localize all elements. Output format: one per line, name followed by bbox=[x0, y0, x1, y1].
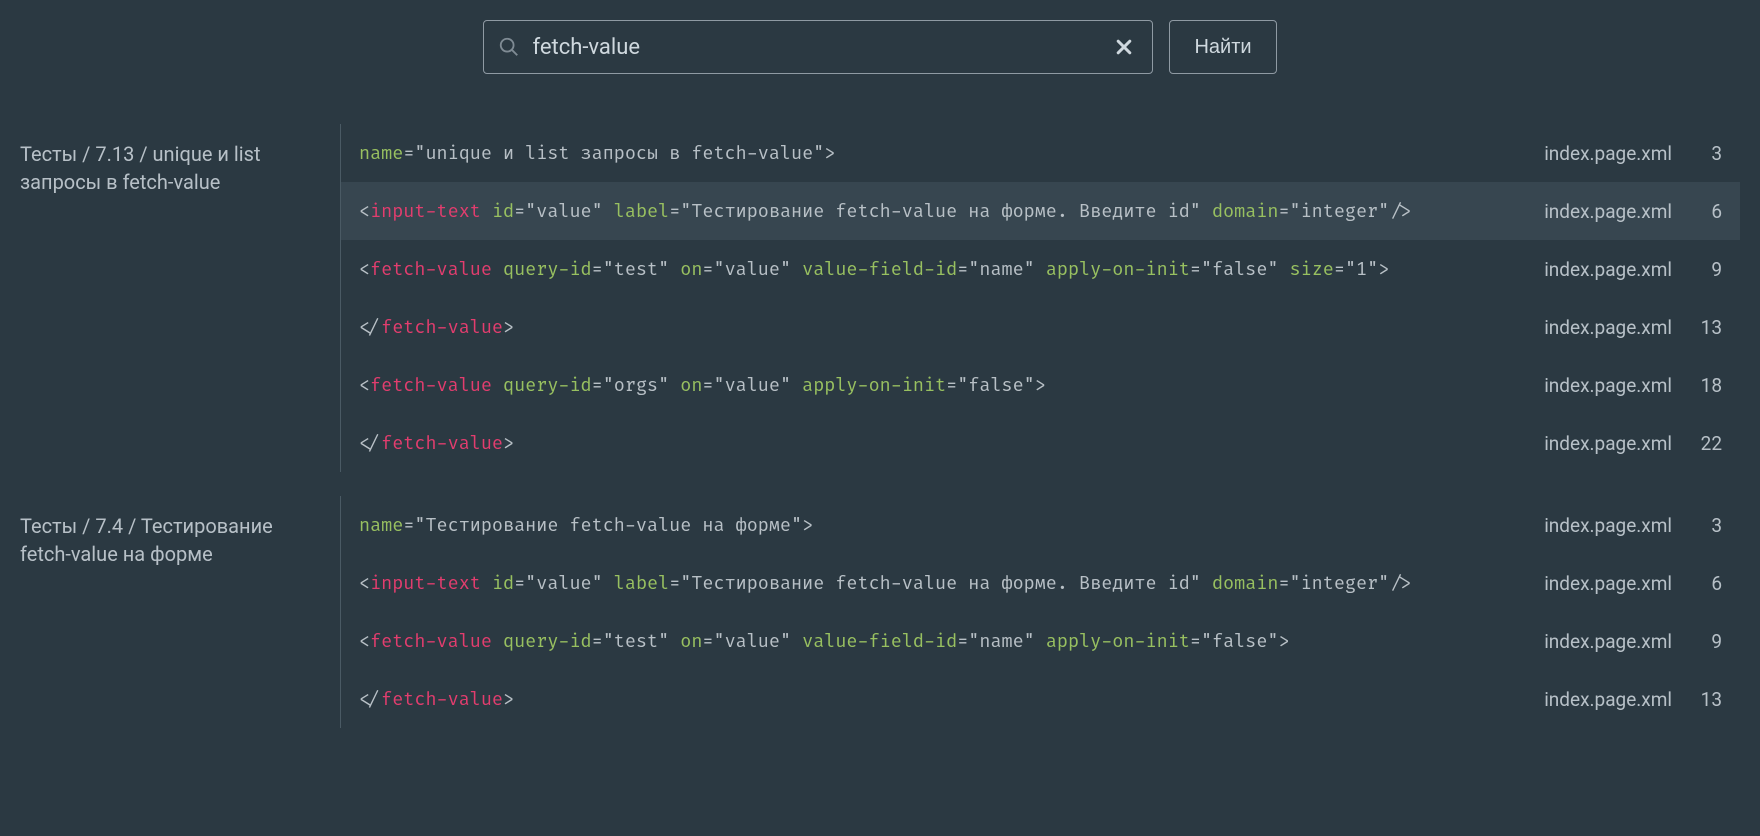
code-snippet: </fetch-value> bbox=[359, 316, 1502, 339]
result-file: index.page.xml bbox=[1502, 374, 1672, 397]
result-file: index.page.xml bbox=[1502, 514, 1672, 537]
result-row[interactable]: <fetch-value query-id="orgs" on="value" … bbox=[341, 356, 1740, 414]
result-file: index.page.xml bbox=[1502, 258, 1672, 281]
result-line: 18 bbox=[1672, 374, 1722, 397]
result-row[interactable]: <fetch-value query-id="test" on="value" … bbox=[341, 612, 1740, 670]
code-snippet: </fetch-value> bbox=[359, 688, 1502, 711]
group-title: Тесты / 7.13 / unique и list запросы в f… bbox=[20, 124, 340, 472]
clear-search-button[interactable] bbox=[1110, 33, 1138, 61]
result-row[interactable]: name="unique и list запросы в fetch-valu… bbox=[341, 124, 1740, 182]
code-snippet: </fetch-value> bbox=[359, 432, 1502, 455]
result-file: index.page.xml bbox=[1502, 688, 1672, 711]
search-results: Тесты / 7.13 / unique и list запросы в f… bbox=[0, 124, 1760, 768]
code-snippet: name="unique и list запросы в fetch-valu… bbox=[359, 142, 1502, 165]
result-row[interactable]: <input-text id="value" label="Тестирован… bbox=[341, 182, 1740, 240]
result-line: 9 bbox=[1672, 258, 1722, 281]
result-file: index.page.xml bbox=[1502, 572, 1672, 595]
result-row[interactable]: </fetch-value>index.page.xml13 bbox=[341, 670, 1740, 728]
group-title: Тесты / 7.4 / Тестирование fetch-value н… bbox=[20, 496, 340, 728]
code-snippet: <fetch-value query-id="test" on="value" … bbox=[359, 258, 1502, 281]
result-file: index.page.xml bbox=[1502, 630, 1672, 653]
result-line: 3 bbox=[1672, 514, 1722, 537]
group-rows: name="unique и list запросы в fetch-valu… bbox=[340, 124, 1740, 472]
result-file: index.page.xml bbox=[1502, 316, 1672, 339]
result-line: 6 bbox=[1672, 572, 1722, 595]
result-line: 9 bbox=[1672, 630, 1722, 653]
result-row[interactable]: name="Тестирование fetch-value на форме"… bbox=[341, 496, 1740, 554]
result-row[interactable]: <fetch-value query-id="test" on="value" … bbox=[341, 240, 1740, 298]
code-snippet: <fetch-value query-id="test" on="value" … bbox=[359, 630, 1502, 653]
result-file: index.page.xml bbox=[1502, 432, 1672, 455]
result-group: Тесты / 7.13 / unique и list запросы в f… bbox=[20, 124, 1740, 472]
search-input[interactable] bbox=[520, 35, 1110, 60]
result-row[interactable]: </fetch-value>index.page.xml13 bbox=[341, 298, 1740, 356]
result-line: 13 bbox=[1672, 688, 1722, 711]
code-snippet: <fetch-value query-id="orgs" on="value" … bbox=[359, 374, 1502, 397]
result-row[interactable]: </fetch-value>index.page.xml22 bbox=[341, 414, 1740, 472]
result-file: index.page.xml bbox=[1502, 142, 1672, 165]
result-line: 22 bbox=[1672, 432, 1722, 455]
close-icon bbox=[1114, 37, 1134, 57]
result-line: 6 bbox=[1672, 200, 1722, 223]
result-row[interactable]: <input-text id="value" label="Тестирован… bbox=[341, 554, 1740, 612]
result-file: index.page.xml bbox=[1502, 200, 1672, 223]
result-line: 13 bbox=[1672, 316, 1722, 339]
search-bar: Найти bbox=[0, 0, 1760, 100]
search-icon bbox=[498, 36, 520, 58]
code-snippet: <input-text id="value" label="Тестирован… bbox=[359, 572, 1502, 595]
search-field-wrap bbox=[483, 20, 1153, 74]
group-rows: name="Тестирование fetch-value на форме"… bbox=[340, 496, 1740, 728]
result-group: Тесты / 7.4 / Тестирование fetch-value н… bbox=[20, 496, 1740, 728]
code-snippet: <input-text id="value" label="Тестирован… bbox=[359, 200, 1502, 223]
find-button[interactable]: Найти bbox=[1169, 20, 1276, 74]
result-line: 3 bbox=[1672, 142, 1722, 165]
code-snippet: name="Тестирование fetch-value на форме"… bbox=[359, 514, 1502, 537]
